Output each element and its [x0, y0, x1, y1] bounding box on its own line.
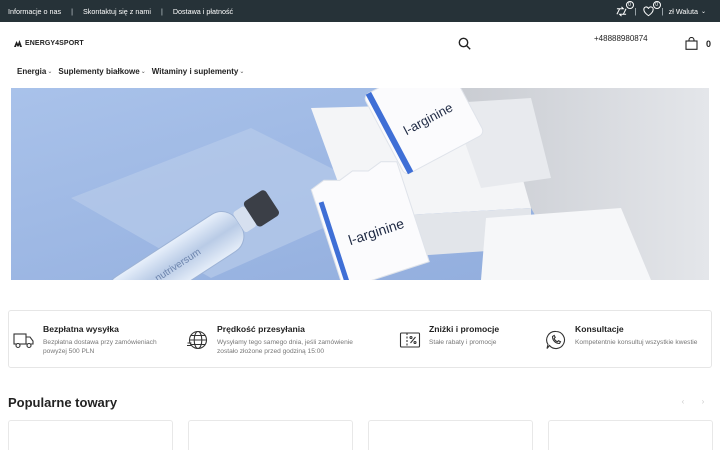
product-card[interactable] — [8, 420, 173, 450]
feature-shipping-speed: Prędkość przesyłania Wysyłamy tego sameg… — [187, 311, 353, 369]
logo-mark-icon — [14, 40, 22, 47]
link-delivery[interactable]: Dostawa i płatność — [173, 7, 233, 16]
top-link-separator: | — [160, 6, 163, 16]
nav-item-energia[interactable]: Energia ⌄ — [17, 67, 52, 76]
product-card[interactable] — [368, 420, 533, 450]
feature-desc: Kompetentnie konsultuj wszystkie kwestie — [575, 339, 698, 346]
features-strip: Bezpłatna wysyłka Bezpłatna dostawa przy… — [8, 310, 712, 368]
site-logo[interactable]: ENERGY4SPORT — [14, 40, 84, 47]
top-bar-actions: 0 | 0 | zł Waluta ⌄ — [615, 0, 706, 22]
currency-label: zł Waluta — [668, 6, 698, 16]
nav-item-witaminy[interactable]: Witaminy i suplementy ⌄ — [152, 67, 245, 76]
nav-item-suplementy-bialkowe[interactable]: Suplementy białkowe ⌄ — [58, 67, 145, 76]
feature-desc: zostało złożone przed godziną 15:00 — [217, 348, 325, 355]
link-about[interactable]: Informacje o nas — [8, 7, 61, 16]
globe-icon — [187, 329, 209, 351]
hero-banner[interactable]: nutriversum l-arginine l-arginine — [11, 88, 709, 280]
nav-item-label: Energia — [17, 67, 47, 76]
top-links: Informacje o nas | Skontaktuj się z nami… — [8, 0, 233, 22]
discount-tag-icon — [399, 329, 421, 351]
nav-item-label: Witaminy i suplementy — [151, 67, 239, 76]
feature-title: Zniżki i promocje — [429, 324, 500, 334]
feature-title: Bezpłatna wysyłka — [43, 324, 119, 334]
currency-selector[interactable]: zł Waluta ⌄ — [669, 7, 706, 16]
link-contact[interactable]: Skontaktuj się z nami — [83, 7, 151, 16]
hero-product-image: nutriversum l-arginine l-arginine — [11, 88, 709, 280]
feature-text: Zniżki i promocje Stałe rabaty i promocj… — [429, 324, 499, 347]
feature-consultations: Konsultacje Kompetentnie konsultuj wszys… — [545, 311, 697, 369]
top-icon-separator: | — [661, 6, 664, 16]
product-card[interactable] — [548, 420, 713, 450]
chevron-down-icon: ⌄ — [140, 69, 146, 75]
feature-desc: powyżej 500 PLN — [43, 348, 95, 355]
delivery-truck-icon — [13, 329, 35, 351]
popular-products-title: Popularne towary — [8, 395, 118, 410]
feature-text: Bezpłatna wysyłka Bezpłatna dostawa przy… — [43, 324, 157, 356]
main-nav: Energia ⌄ Suplementy białkowe ⌄ Witaminy… — [17, 67, 244, 76]
top-bar: Informacje o nas | Skontaktuj się z nami… — [0, 0, 720, 22]
compare-button[interactable]: 0 — [615, 1, 634, 18]
feature-title: Konsultacje — [575, 324, 624, 334]
cart-count: 0 — [706, 38, 712, 49]
feature-discounts: Zniżki i promocje Stałe rabaty i promocj… — [399, 311, 499, 369]
product-card[interactable] — [188, 420, 353, 450]
top-link-separator: | — [71, 6, 74, 16]
feature-title: Prędkość przesyłania — [217, 324, 305, 334]
top-icon-separator: | — [634, 6, 637, 16]
compare-arrows-icon — [616, 6, 627, 16]
feature-free-shipping: Bezpłatna wysyłka Bezpłatna dostawa przy… — [13, 311, 157, 369]
wishlist-count-badge: 0 — [652, 1, 661, 9]
shopping-bag-icon — [685, 37, 698, 50]
wishlist-button[interactable]: 0 — [642, 1, 661, 18]
nav-item-label: Suplementy białkowe — [58, 67, 140, 76]
phone-chat-icon — [545, 329, 567, 351]
feature-text: Prędkość przesyłania Wysyłamy tego sameg… — [217, 324, 353, 356]
compare-count-badge: 0 — [625, 1, 634, 9]
cart-button[interactable]: 0 — [685, 37, 711, 50]
chevron-down-icon: ⌄ — [47, 69, 53, 75]
feature-text: Konsultacje Kompetentnie konsultuj wszys… — [575, 324, 697, 347]
slider-next-button[interactable]: › — [696, 394, 710, 408]
feature-desc: Bezpłatna dostawa przy zamówieniach — [43, 339, 157, 346]
slider-prev-button[interactable]: ‹ — [676, 394, 690, 408]
feature-desc: Stałe rabaty i promocje — [429, 339, 497, 346]
logo-text: ENERGY4SPORT — [25, 40, 84, 47]
heart-icon — [643, 6, 654, 16]
search-icon[interactable] — [458, 37, 471, 50]
chevron-down-icon: ⌄ — [700, 8, 706, 15]
chevron-down-icon: ⌄ — [239, 69, 245, 75]
feature-desc: Wysyłamy tego samego dnia, jeśli zamówie… — [217, 339, 353, 346]
phone-number[interactable]: +48888980874 — [594, 34, 648, 43]
